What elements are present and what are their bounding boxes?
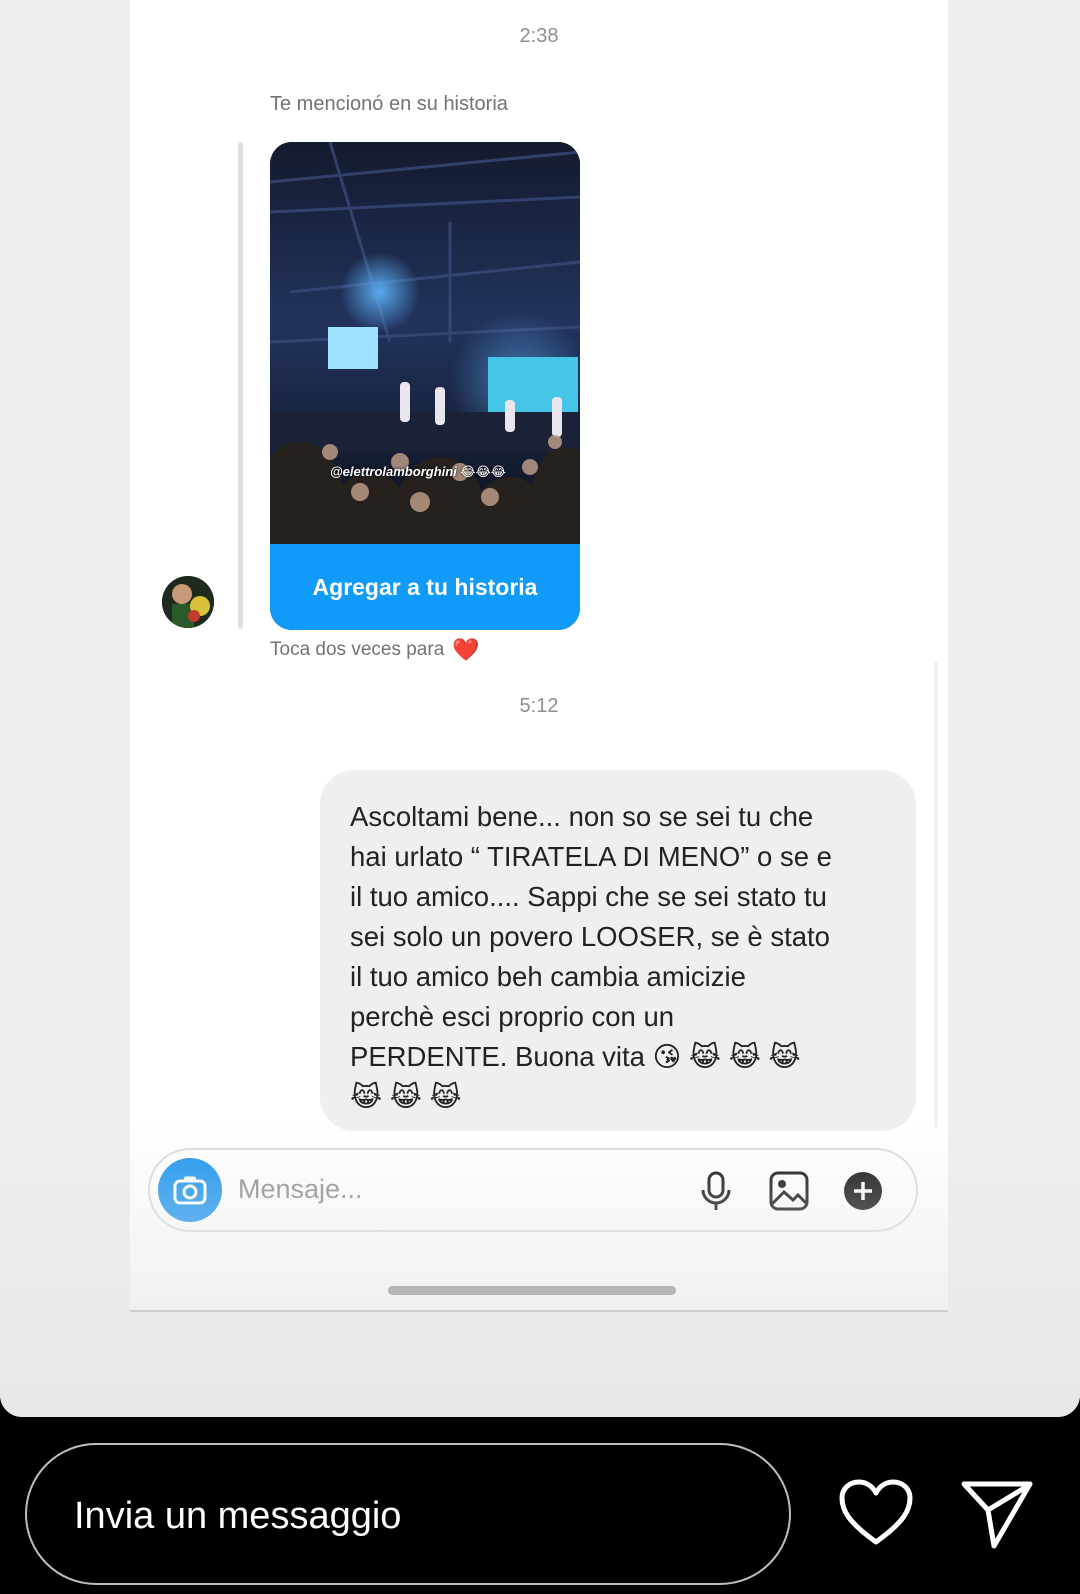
microphone-icon[interactable] bbox=[695, 1170, 737, 1212]
avatar[interactable] bbox=[162, 576, 214, 628]
avatar-image bbox=[162, 576, 214, 628]
add-to-story-button[interactable]: Agregar a tu historia bbox=[270, 544, 580, 630]
timestamp: 2:38 bbox=[519, 25, 559, 47]
reply-quote-bar bbox=[238, 142, 243, 629]
message-line: hai urlato “ TIRATELA DI MENO” o se e bbox=[350, 841, 832, 872]
camera-icon bbox=[173, 1176, 207, 1205]
story-card: 2:38 Te mencionó en su historia @elettro… bbox=[0, 0, 1080, 1417]
story-mention-overlay: @elettrolamborghini 😂😂😂 bbox=[330, 464, 506, 479]
story-reply-placeholder: Invia un messaggio bbox=[74, 1495, 402, 1537]
message-input[interactable]: Mensaje... bbox=[238, 1174, 363, 1205]
story-preview[interactable]: @elettrolamborghini 😂😂😂 Agregar a tu his… bbox=[270, 142, 580, 630]
message-line: perchè esci proprio con un bbox=[350, 1001, 675, 1032]
concert-photo bbox=[270, 142, 580, 544]
message-line: 😹 😹 😹 bbox=[350, 1081, 462, 1112]
story-reply-input[interactable]: Invia un messaggio bbox=[25, 1443, 791, 1585]
plus-icon[interactable] bbox=[842, 1170, 884, 1212]
message-bubble[interactable]: Ascoltami bene... non so se sei tu che h… bbox=[320, 770, 916, 1131]
double-tap-hint: Toca dos veces para ❤️ bbox=[270, 637, 480, 663]
divider bbox=[130, 1310, 948, 1312]
message-line: PERDENTE. Buona vita 😘 😹 😹 😹 bbox=[350, 1041, 801, 1072]
message-line: Ascoltami bene... non so se sei tu che bbox=[350, 801, 814, 832]
mention-label: Te mencionó en su historia bbox=[270, 93, 508, 115]
camera-button[interactable] bbox=[158, 1158, 222, 1222]
scroll-track bbox=[934, 662, 938, 1127]
home-indicator bbox=[388, 1286, 676, 1295]
heart-emoji: ❤️ bbox=[452, 637, 480, 662]
send-icon[interactable] bbox=[960, 1478, 1034, 1550]
message-composer[interactable]: Mensaje... bbox=[148, 1148, 918, 1232]
message-line: il tuo amico beh cambia amicizie bbox=[350, 961, 746, 992]
message-line: il tuo amico.... Sappi che se sei stato … bbox=[350, 881, 827, 912]
heart-icon[interactable] bbox=[838, 1478, 914, 1548]
message-line: sei solo un povero LOOSER, se è stato bbox=[350, 921, 830, 952]
double-tap-label: Toca dos veces para bbox=[270, 639, 445, 660]
dm-screenshot: 2:38 Te mencionó en su historia @elettro… bbox=[130, 0, 948, 1310]
gallery-icon[interactable] bbox=[768, 1170, 810, 1212]
timestamp: 5:12 bbox=[519, 695, 559, 717]
